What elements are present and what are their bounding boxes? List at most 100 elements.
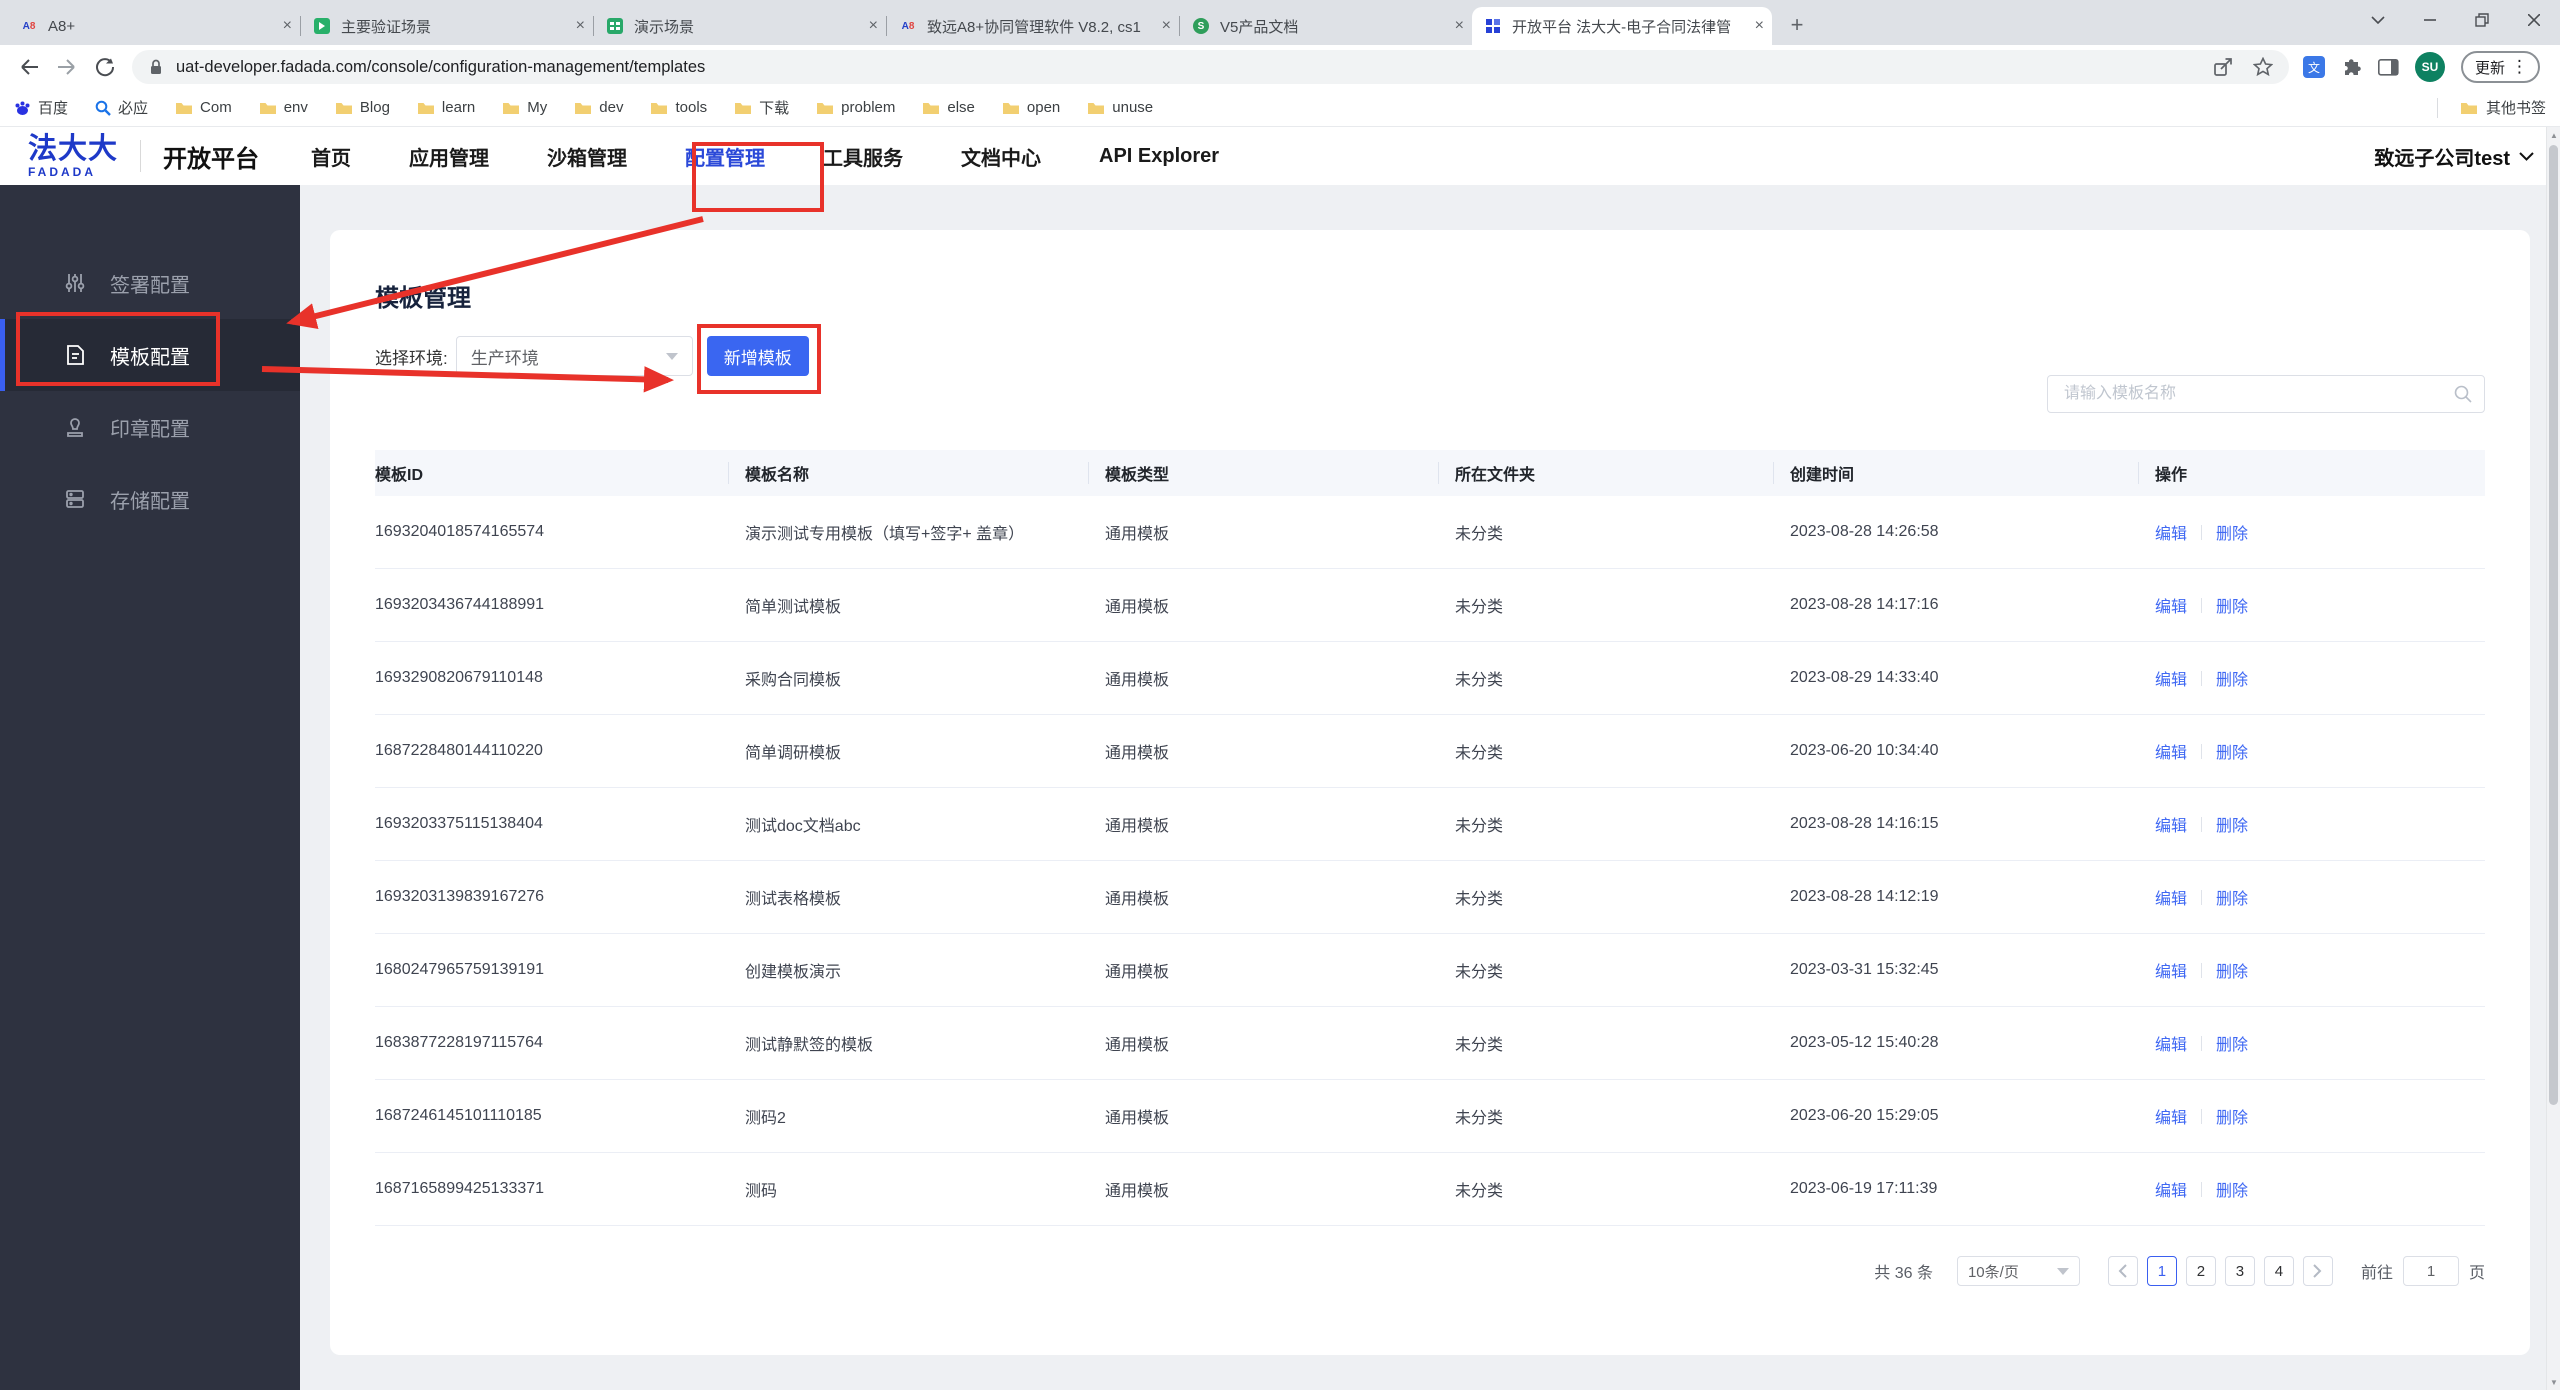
delete-link[interactable]: 删除 — [2216, 812, 2248, 836]
new-tab-button[interactable]: + — [1782, 10, 1812, 40]
col-header-created: 创建时间 — [1773, 461, 2138, 485]
table-row: 1693203436744188991 简单测试模板 通用模板 未分类 2023… — [375, 569, 2485, 642]
fadada-logo[interactable]: 法大大 FADADA — [28, 134, 118, 178]
close-tab-icon[interactable]: × — [283, 17, 292, 35]
close-tab-icon[interactable]: × — [869, 17, 878, 35]
edit-link[interactable]: 编辑 — [2155, 520, 2187, 544]
bookmark-folder[interactable]: tools — [650, 99, 707, 116]
bookmark-folder[interactable]: My — [502, 99, 547, 116]
forward-icon[interactable] — [48, 48, 86, 86]
other-bookmarks[interactable]: 其他书签 — [2436, 97, 2546, 118]
menu-item-apps[interactable]: 应用管理 — [409, 142, 489, 171]
table-row: 1687228480144110220 简单调研模板 通用模板 未分类 2023… — [375, 715, 2485, 788]
delete-link[interactable]: 删除 — [2216, 520, 2248, 544]
bookmark-folder[interactable]: dev — [574, 99, 623, 116]
page-button-2[interactable]: 2 — [2185, 1256, 2216, 1286]
delete-link[interactable]: 删除 — [2216, 958, 2248, 982]
search-input[interactable] — [2047, 375, 2485, 413]
page-button-3[interactable]: 3 — [2224, 1256, 2255, 1286]
delete-link[interactable]: 删除 — [2216, 1031, 2248, 1055]
page-unit-label: 页 — [2468, 1265, 2485, 1282]
page-button-1[interactable]: 1 — [2146, 1256, 2177, 1286]
minimize-icon[interactable] — [2404, 0, 2456, 40]
close-tab-icon[interactable]: × — [1755, 17, 1764, 35]
bookmark-folder[interactable]: 下载 — [734, 97, 789, 118]
browser-tab[interactable]: S V5产品文档 × — [1180, 7, 1472, 45]
browser-tab[interactable]: A8 致远A8+协同管理软件 V8.2, cs1 × — [887, 7, 1179, 45]
bookmark-folder[interactable]: open — [1002, 99, 1060, 116]
bookmark-folder[interactable]: Com — [175, 99, 232, 116]
scrollbar[interactable]: ▲ ▼ — [2546, 127, 2560, 1390]
search-icon[interactable] — [2453, 384, 2473, 404]
menu-item-api-explorer[interactable]: API Explorer — [1099, 145, 1219, 168]
back-icon[interactable] — [10, 48, 48, 86]
edit-link[interactable]: 编辑 — [2155, 1031, 2187, 1055]
url-bar[interactable]: uat-developer.fadada.com/console/configu… — [132, 50, 2289, 84]
side-panel-icon[interactable] — [2377, 58, 2399, 76]
edit-link[interactable]: 编辑 — [2155, 958, 2187, 982]
close-window-icon[interactable] — [2508, 0, 2560, 40]
translate-icon[interactable]: 文 — [2302, 56, 2325, 78]
share-icon[interactable] — [2213, 57, 2233, 77]
bookmark-folder[interactable]: Blog — [335, 99, 390, 116]
sidebar-item-template-config[interactable]: 模板配置 — [0, 319, 300, 391]
browser-tab[interactable]: 主要验证场景 × — [301, 7, 593, 45]
scroll-down-icon[interactable]: ▼ — [2547, 1374, 2560, 1390]
sidebar: 签署配置 模板配置 印章配置 存储配置 — [0, 185, 300, 1390]
close-tab-icon[interactable]: × — [1162, 17, 1171, 35]
table-row: 1680247965759139191 创建模板演示 通用模板 未分类 2023… — [375, 934, 2485, 1007]
edit-link[interactable]: 编辑 — [2155, 593, 2187, 617]
restore-icon[interactable] — [2456, 0, 2508, 40]
menu-item-tools[interactable]: 工具服务 — [823, 142, 903, 171]
delete-link[interactable]: 删除 — [2216, 1104, 2248, 1128]
edit-link[interactable]: 编辑 — [2155, 666, 2187, 690]
delete-link[interactable]: 删除 — [2216, 1177, 2248, 1201]
bookmark-folder[interactable]: learn — [417, 99, 475, 116]
scrollbar-thumb[interactable] — [2549, 145, 2558, 1105]
prev-page-button[interactable] — [2107, 1256, 2138, 1286]
page-size-select[interactable]: 10条/页 — [1956, 1256, 2080, 1286]
edit-link[interactable]: 编辑 — [2155, 1104, 2187, 1128]
edit-link[interactable]: 编辑 — [2155, 812, 2187, 836]
browser-tab-active[interactable]: 开放平台 法大大-电子合同法律管 × — [1472, 7, 1772, 45]
browser-update-button[interactable]: 更新 ⋮ — [2460, 51, 2540, 83]
edit-link[interactable]: 编辑 — [2155, 739, 2187, 763]
goto-page-input[interactable] — [2402, 1256, 2459, 1286]
delete-link[interactable]: 删除 — [2216, 593, 2248, 617]
delete-link[interactable]: 删除 — [2216, 666, 2248, 690]
edit-link[interactable]: 编辑 — [2155, 1177, 2187, 1201]
sidebar-item-seal-config[interactable]: 印章配置 — [0, 391, 300, 463]
add-template-button[interactable]: 新增模板 — [706, 336, 809, 376]
menu-item-home[interactable]: 首页 — [311, 142, 351, 171]
sidebar-item-sign-config[interactable]: 签署配置 — [0, 247, 300, 319]
next-page-button[interactable] — [2302, 1256, 2333, 1286]
browser-tab[interactable]: 演示场景 × — [594, 7, 886, 45]
chevron-down-icon[interactable] — [2352, 0, 2404, 40]
browser-tab[interactable]: A8 A8+ × — [8, 7, 300, 45]
menu-item-sandbox[interactable]: 沙箱管理 — [547, 142, 627, 171]
delete-link[interactable]: 删除 — [2216, 885, 2248, 909]
extensions-puzzle-icon[interactable] — [2341, 57, 2362, 78]
sidebar-item-storage-config[interactable]: 存储配置 — [0, 463, 300, 535]
bookmark-bing[interactable]: 必应 — [95, 97, 148, 118]
bookmark-folder[interactable]: unuse — [1087, 99, 1153, 116]
environment-select[interactable]: 生产环境 — [455, 336, 693, 376]
bookmark-baidu[interactable]: 百度 — [14, 97, 68, 118]
close-tab-icon[interactable]: × — [576, 17, 585, 35]
bookmark-folder[interactable]: env — [259, 99, 308, 116]
page-button-4[interactable]: 4 — [2263, 1256, 2294, 1286]
account-menu[interactable]: 致远子公司test — [2374, 142, 2534, 171]
bookmark-folder[interactable]: problem — [816, 99, 895, 116]
scroll-up-icon[interactable]: ▲ — [2547, 127, 2560, 143]
browser-menu-icon[interactable]: ⋮ — [2505, 57, 2534, 77]
close-tab-icon[interactable]: × — [1455, 17, 1464, 35]
bookmark-folder[interactable]: else — [922, 99, 975, 116]
browser-avatar[interactable]: SU — [2414, 52, 2445, 82]
reload-icon[interactable] — [86, 48, 124, 86]
bookmark-star-icon[interactable] — [2252, 57, 2273, 77]
menu-item-docs[interactable]: 文档中心 — [961, 142, 1041, 171]
edit-link[interactable]: 编辑 — [2155, 885, 2187, 909]
delete-link[interactable]: 删除 — [2216, 739, 2248, 763]
menu-item-configuration[interactable]: 配置管理 — [685, 142, 765, 171]
stamp-icon — [67, 418, 83, 437]
